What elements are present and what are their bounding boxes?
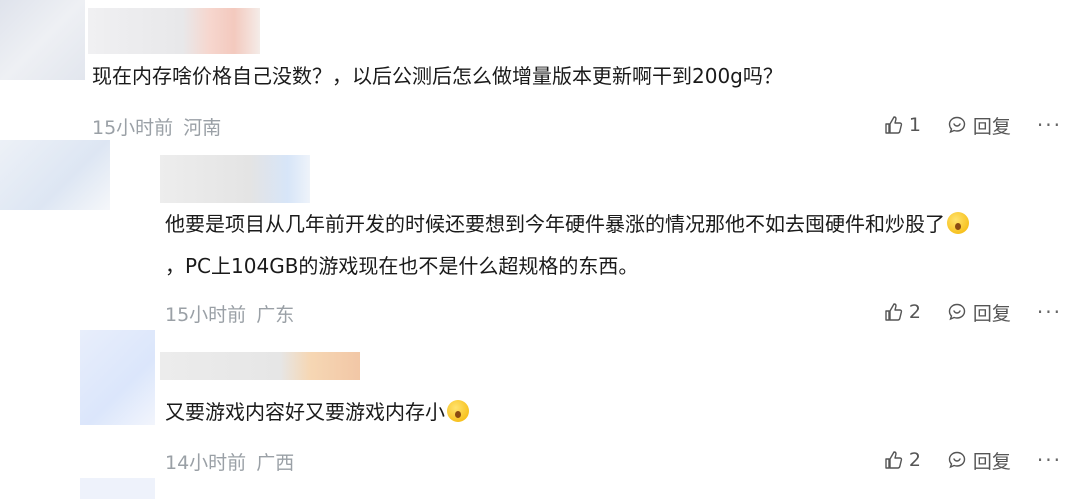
more-button[interactable]: ··· [1037,448,1062,472]
reply-label: 回复 [972,450,1011,473]
reply-button[interactable]: 回复 [947,447,1011,474]
comment-meta: 14小时前 广西 [165,448,294,475]
thumbs-up-icon [885,451,902,469]
comment-time: 14小时前 [165,452,247,474]
comment-actions: 2 回复 ··· [883,445,1062,475]
comment-text-segment: 又要游戏内容好又要游戏内存小 [165,400,445,424]
astonished-emoji-icon [447,400,469,422]
comment-3: 又要游戏内容好又要游戏内存小 14小时前 广西 2 回复 ··· [0,0,1080,499]
reply-bubble-icon [948,451,966,469]
comment-location: 广西 [256,452,295,474]
like-button[interactable]: 2 [883,449,921,471]
like-count: 2 [908,449,921,471]
comment-text-line-1: 又要游戏内容好又要游戏内存小 [165,394,469,430]
